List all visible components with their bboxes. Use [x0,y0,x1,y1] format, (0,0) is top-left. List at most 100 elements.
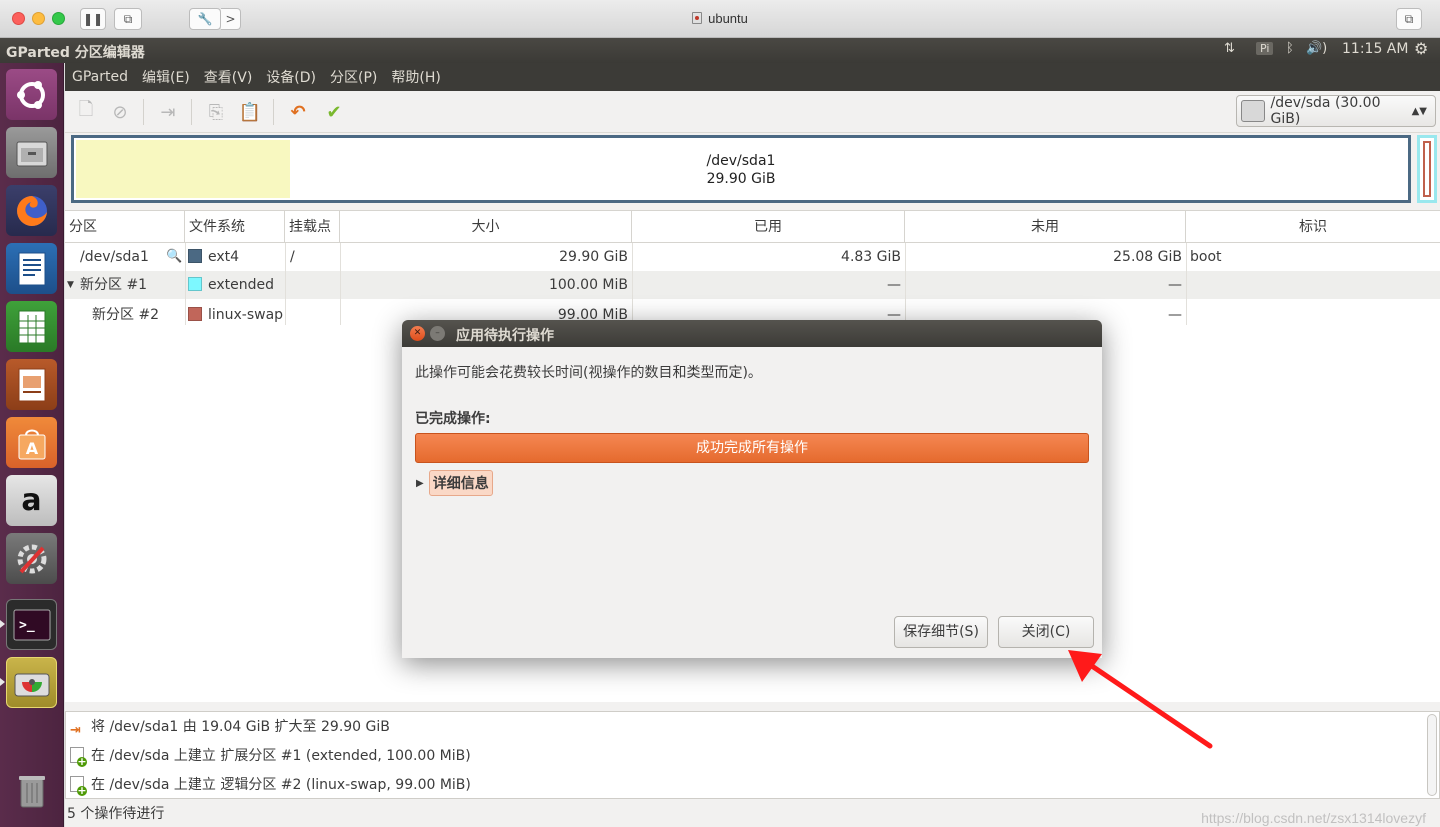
column-divider [340,243,341,325]
dialog-titlebar: ✕ – 应用待执行操作 [402,320,1102,347]
network-icon[interactable]: ⇅ [1224,41,1235,56]
clock[interactable]: 11:15 AM [1342,41,1408,57]
new-icon[interactable]: 🗋 [75,99,97,123]
terminal-icon[interactable]: >_ [6,599,57,650]
table-header: 分区 文件系统 挂载点 大小 已用 未用 标识 [65,211,1440,243]
calc-icon[interactable] [6,301,57,352]
partition-map-extended[interactable] [1417,135,1437,203]
column-divider [185,243,186,325]
software-center-icon[interactable]: A [6,417,57,468]
col-size[interactable]: 大小 [340,211,632,243]
expand-triangle-icon: ▶ [416,477,424,489]
toolbar-separator [143,99,144,125]
chevron-down-icon: ▲▼ [1411,105,1427,117]
cell-used: 4.83 GiB [841,249,901,265]
fs-color-swatch [188,277,202,291]
resize-move-icon[interactable]: ⇥ [157,101,179,123]
fs-color-swatch [188,249,202,263]
menubar: GParted 编辑(E) 查看(V) 设备(D) 分区(P) 帮助(H) [65,63,1440,91]
mac-titlebar: ❚❚ ⧉ 🔧 > ubuntu ⧉ [0,0,1440,38]
partition-map-swap[interactable] [1423,141,1431,197]
operation-item[interactable]: ⇥ 将 /dev/sda1 由 19.04 GiB 扩大至 29.90 GiB [70,713,390,741]
operation-item[interactable]: 在 /dev/sda 上建立 逻辑分区 #2 (linux-swap, 99.0… [70,771,471,799]
cell-filesystem-text: extended [208,277,275,293]
apply-icon[interactable]: ✔ [323,101,345,123]
firefox-icon[interactable] [6,185,57,236]
completed-label: 已完成操作: [415,411,491,427]
table-row[interactable]: ▼ 新分区 #1 extended 100.00 MiB — — [65,271,1440,299]
progress-text: 成功完成所有操作 [696,440,808,456]
launcher: A a >_ [0,63,64,827]
save-details-button[interactable]: 保存细节(S) [894,616,988,648]
key-icon: 🔍 [166,249,183,264]
writer-icon[interactable] [6,243,57,294]
new-partition-icon [70,776,87,796]
files-icon[interactable] [6,127,57,178]
copy-icon[interactable]: ⎘ [205,101,227,123]
col-flags[interactable]: 标识 [1186,211,1440,243]
partition-map-label: /dev/sda1 29.90 GiB [74,152,1408,188]
document-icon [692,12,703,24]
dialog-title: 应用待执行操作 [456,328,554,344]
paste-icon[interactable]: 📋 [239,101,261,123]
col-unused[interactable]: 未用 [905,211,1186,243]
menu-device[interactable]: 设备(D) [266,67,316,87]
disk-icon [1241,100,1265,122]
gparted-icon[interactable] [6,657,57,708]
col-partition[interactable]: 分区 [65,211,185,243]
ubuntu-dash-icon[interactable] [6,69,57,120]
keyboard-indicator[interactable]: Pi [1256,42,1274,55]
scrollbar[interactable] [1427,714,1437,796]
fullscreen-icon[interactable]: ⧉ [1396,8,1422,30]
details-expander[interactable]: ▶ 详细信息 [416,470,493,496]
running-indicator [0,620,5,628]
menu-view[interactable]: 查看(V) [204,67,253,87]
cell-filesystem: linux-swap [188,301,283,329]
operation-text: 在 /dev/sda 上建立 逻辑分区 #2 (linux-swap, 99.0… [91,777,471,793]
column-divider [285,243,286,325]
new-partition-icon [70,747,87,767]
delete-icon[interactable]: ⊘ [109,101,131,123]
col-filesystem[interactable]: 文件系统 [185,211,285,243]
expander-icon[interactable]: ▼ [67,271,74,299]
app-title: GParted 分区编辑器 [6,45,145,61]
menu-help[interactable]: 帮助(H) [391,67,440,87]
impress-icon[interactable] [6,359,57,410]
amazon-icon[interactable]: a [6,475,57,526]
cell-used: — [887,277,901,293]
system-settings-icon[interactable] [6,533,57,584]
cell-flags: boot [1190,249,1222,265]
pane-splitter[interactable] [65,702,1440,710]
col-used[interactable]: 已用 [632,211,905,243]
undo-icon[interactable]: ↶ [287,101,309,123]
minimize-icon[interactable]: – [430,326,445,341]
operation-item[interactable]: 在 /dev/sda 上建立 扩展分区 #1 (extended, 100.00… [70,742,471,770]
device-select[interactable]: /dev/sda (30.00 GiB) ▲▼ [1236,95,1436,127]
apply-operations-dialog: ✕ – 应用待执行操作 此操作可能会花费较长时间(视操作的数目和类型而定)。 已… [402,320,1102,658]
details-label: 详细信息 [428,470,493,496]
volume-icon[interactable]: 🔊) [1306,41,1327,56]
cell-filesystem-text: ext4 [208,249,240,265]
menu-gparted[interactable]: GParted [72,69,128,85]
close-icon[interactable]: ✕ [410,326,425,341]
col-mountpoint[interactable]: 挂载点 [285,211,340,243]
menu-edit[interactable]: 编辑(E) [142,67,190,87]
pending-operations-list: ⇥ 将 /dev/sda1 由 19.04 GiB 扩大至 29.90 GiB 在… [65,711,1440,799]
toolbar-separator [273,99,274,125]
trash-icon[interactable] [6,765,57,816]
operation-text: 将 /dev/sda1 由 19.04 GiB 扩大至 29.90 GiB [91,719,390,735]
progress-bar: 成功完成所有操作 [415,433,1089,463]
column-divider [632,243,633,325]
menu-partition[interactable]: 分区(P) [330,67,377,87]
partition-map-sda1[interactable]: /dev/sda1 29.90 GiB [71,135,1411,203]
watermark: https://blog.csdn.net/zsx1314lovezyf [1201,810,1426,826]
window-title: ubuntu [0,11,1440,26]
toolbar: 🗋 ⊘ ⇥ ⎘ 📋 ↶ ✔ /dev/sda (30.00 GiB) ▲▼ [65,91,1440,133]
dialog-message: 此操作可能会花费较长时间(视操作的数目和类型而定)。 [415,365,762,381]
table-row[interactable]: /dev/sda1 🔍 ext4 / 29.90 GiB 4.83 GiB 25… [65,243,1440,271]
annotation-arrow [1068,650,1213,749]
window-title-text: ubuntu [708,11,748,26]
svg-text:>_: >_ [19,618,35,633]
gear-icon[interactable]: ⚙ [1414,39,1428,58]
bluetooth-icon[interactable]: ᛒ [1286,41,1294,56]
